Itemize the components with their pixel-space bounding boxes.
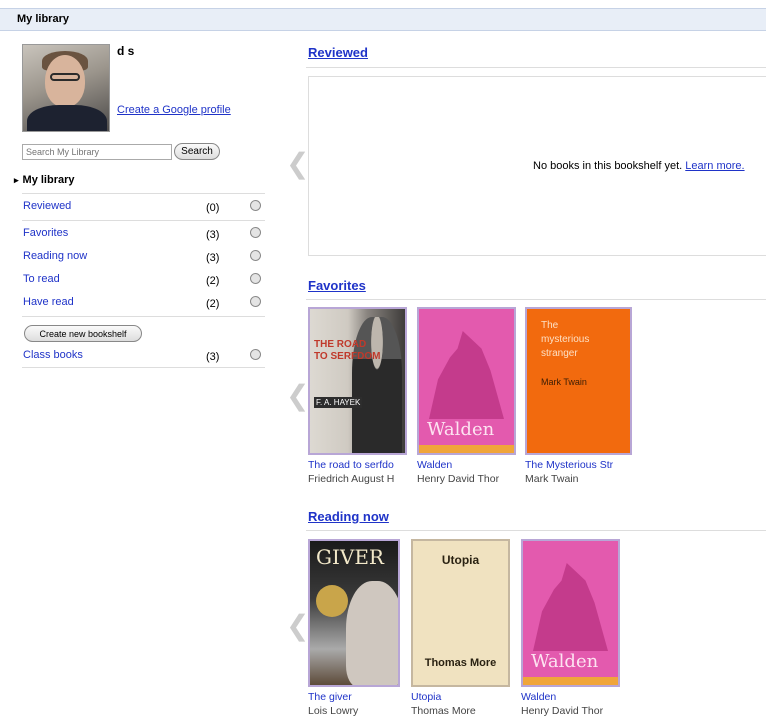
book-card[interactable]: GIVER The giver Lois Lowry xyxy=(308,539,400,717)
divider xyxy=(306,67,766,68)
shelf-count: (2) xyxy=(206,298,220,310)
book-author: Henry David Thor xyxy=(417,473,500,485)
sidebar-item-favorites[interactable]: Favorites (3) xyxy=(22,221,265,244)
globe-icon[interactable] xyxy=(250,250,261,261)
globe-icon[interactable] xyxy=(250,227,261,238)
search-button[interactable]: Search xyxy=(174,143,220,160)
sidebar-item-to-read[interactable]: To read (2) xyxy=(22,267,265,290)
cover-title: THE ROAD TO SERFDOM xyxy=(314,339,381,362)
create-profile-link[interactable]: Create a Google profile xyxy=(117,104,231,116)
globe-icon[interactable] xyxy=(250,349,261,360)
page-title: My library xyxy=(17,13,69,25)
book-card[interactable]: Walden Walden Henry David Thor xyxy=(417,307,516,485)
page-header: My library xyxy=(0,8,766,31)
book-author: Henry David Thor xyxy=(521,705,604,717)
shelf-count: (3) xyxy=(206,229,220,241)
cover-author: Mark Twain xyxy=(541,377,587,387)
shelf-label[interactable]: Reading now xyxy=(23,250,87,262)
cover-author: Thomas More xyxy=(424,657,497,669)
avatar xyxy=(22,44,110,132)
book-card[interactable]: THE ROAD TO SERFDOM F. A. HAYEK The road… xyxy=(308,307,407,485)
shelf-label[interactable]: Reviewed xyxy=(23,200,71,212)
book-card[interactable]: The mysterious stranger Mark Twain The M… xyxy=(525,307,632,485)
shelf-count: (0) xyxy=(206,202,220,214)
globe-icon[interactable] xyxy=(250,200,261,211)
sidebar-item-class-books[interactable]: Class books (3) xyxy=(22,343,265,366)
sidebar-item-reading-now[interactable]: Reading now (3) xyxy=(22,244,265,267)
create-bookshelf-button[interactable]: Create new bookshelf xyxy=(24,325,142,342)
globe-icon[interactable] xyxy=(250,296,261,307)
book-cover[interactable]: Utopia Thomas More xyxy=(411,539,510,687)
book-author: Lois Lowry xyxy=(308,705,359,717)
empty-shelf-message: No books in this bookshelf yet. Learn mo… xyxy=(533,160,745,172)
shelf-count: (3) xyxy=(206,351,220,363)
shelf-label[interactable]: Favorites xyxy=(23,227,68,239)
cover-title: GIVER xyxy=(316,545,384,569)
book-title[interactable]: Utopia xyxy=(411,691,510,703)
book-cover[interactable]: THE ROAD TO SERFDOM F. A. HAYEK xyxy=(308,307,407,455)
divider xyxy=(306,299,766,300)
sidebar-heading[interactable]: ▸ My library xyxy=(14,174,75,186)
triangle-right-icon: ▸ xyxy=(14,175,19,185)
book-title[interactable]: Walden xyxy=(521,691,620,703)
cover-title: Walden xyxy=(427,419,495,440)
section-title-reading-now[interactable]: Reading now xyxy=(308,509,389,524)
book-author: Thomas More xyxy=(411,705,476,717)
cover-author: F. A. HAYEK xyxy=(314,397,363,408)
chevron-left-icon[interactable]: ❮ xyxy=(286,382,309,410)
book-cover[interactable]: The mysterious stranger Mark Twain xyxy=(525,307,632,455)
shelf-count: (2) xyxy=(206,275,220,287)
learn-more-link[interactable]: Learn more. xyxy=(685,160,744,172)
chevron-left-icon[interactable]: ❮ xyxy=(286,150,309,178)
sidebar-item-reviewed[interactable]: Reviewed (0) xyxy=(22,194,265,217)
globe-icon[interactable] xyxy=(250,273,261,284)
book-card[interactable]: Walden Walden Henry David Thor xyxy=(521,539,620,717)
book-title[interactable]: The Mysterious Str xyxy=(525,459,632,471)
shelf-label[interactable]: To read xyxy=(23,273,60,285)
chevron-left-icon[interactable]: ❮ xyxy=(286,612,309,640)
cover-title: Walden xyxy=(531,651,599,672)
book-title[interactable]: The road to serfdo xyxy=(308,459,407,471)
book-cover[interactable]: Walden xyxy=(521,539,620,687)
shelf-count: (3) xyxy=(206,252,220,264)
section-title-favorites[interactable]: Favorites xyxy=(308,278,366,293)
book-title[interactable]: Walden xyxy=(417,459,516,471)
book-cover[interactable]: GIVER xyxy=(308,539,400,687)
book-title[interactable]: The giver xyxy=(308,691,400,703)
shelf-label[interactable]: Class books xyxy=(23,349,83,361)
book-card[interactable]: Utopia Thomas More Utopia Thomas More xyxy=(411,539,510,717)
user-name: d s xyxy=(117,44,135,58)
book-cover[interactable]: Walden xyxy=(417,307,516,455)
cover-title: The mysterious stranger xyxy=(541,320,590,359)
cover-title: Utopia xyxy=(441,553,480,567)
shelf-label[interactable]: Have read xyxy=(23,296,74,308)
book-author: Mark Twain xyxy=(525,473,579,485)
sidebar-item-have-read[interactable]: Have read (2) xyxy=(22,290,265,313)
section-title-reviewed[interactable]: Reviewed xyxy=(308,45,368,60)
book-author: Friedrich August H xyxy=(308,473,395,485)
divider xyxy=(306,530,766,531)
search-input[interactable] xyxy=(22,144,172,160)
